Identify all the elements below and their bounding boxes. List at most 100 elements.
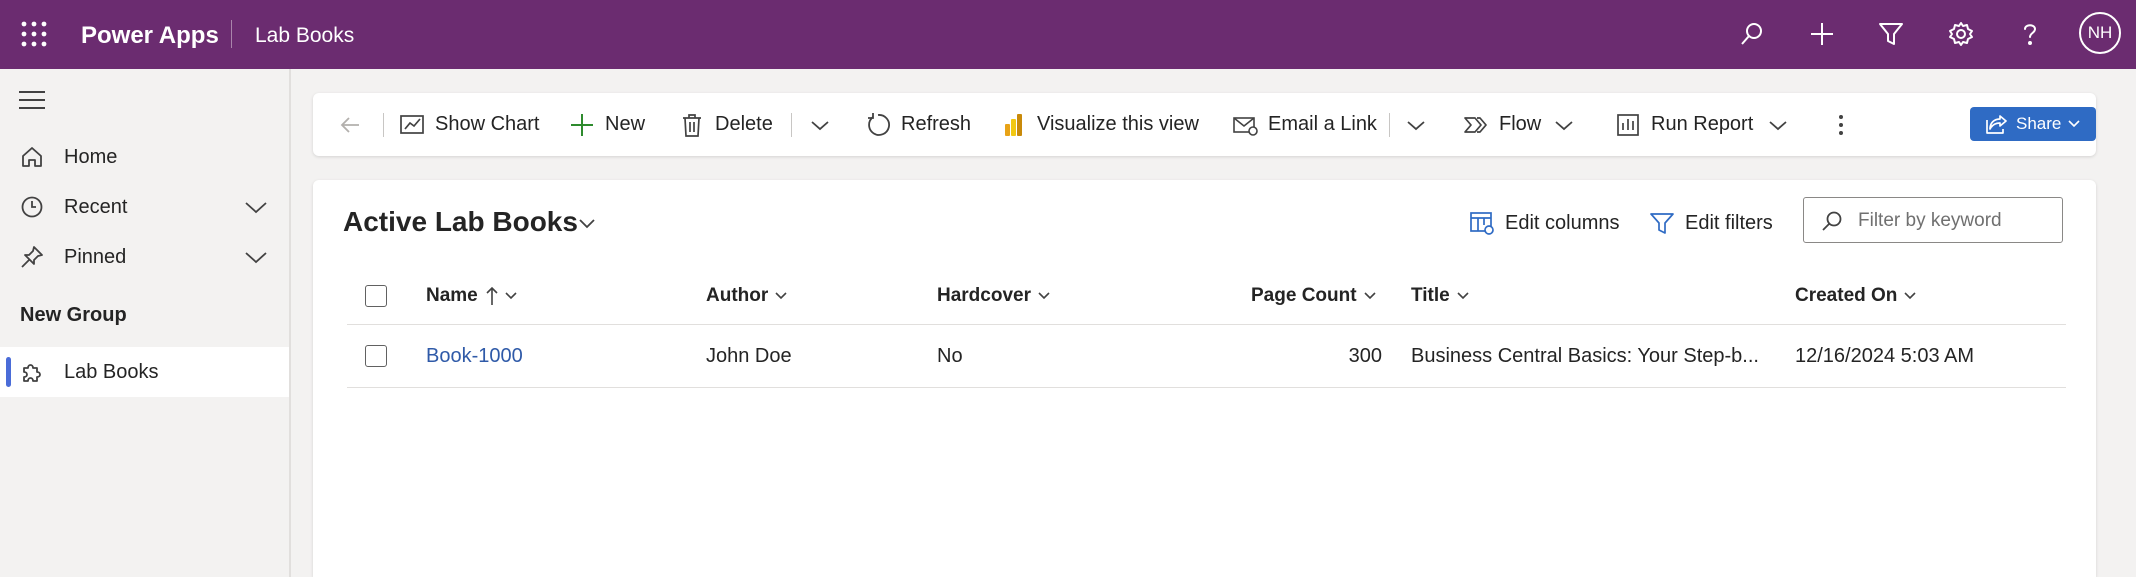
app-launcher-icon[interactable] bbox=[20, 20, 48, 48]
arrow-left-icon bbox=[337, 112, 363, 138]
email-link-button[interactable]: Email a Link bbox=[1232, 93, 1377, 156]
column-header-created-on[interactable]: Created On bbox=[1795, 268, 1917, 324]
column-header-author[interactable]: Author bbox=[706, 268, 788, 324]
column-header-label: Author bbox=[706, 285, 769, 306]
search-icon[interactable] bbox=[1736, 18, 1768, 50]
column-header-name[interactable]: Name bbox=[426, 268, 518, 324]
chevron-down-icon bbox=[1403, 112, 1429, 138]
email-link-dropdown[interactable] bbox=[1403, 93, 1439, 156]
chevron-down-icon bbox=[807, 112, 833, 138]
sidebar-group-label: New Group bbox=[20, 304, 127, 326]
sidebar-item-recent[interactable]: Recent bbox=[0, 182, 289, 232]
column-header-label: Page Count bbox=[1251, 285, 1357, 306]
edit-columns-button[interactable]: Edit columns bbox=[1469, 207, 1620, 239]
app-name[interactable]: Power Apps bbox=[81, 20, 219, 52]
toolbar-divider bbox=[791, 113, 792, 137]
run-report-button[interactable]: Run Report bbox=[1615, 93, 1791, 156]
cell-name-link[interactable]: Book-1000 bbox=[426, 325, 523, 387]
help-icon[interactable] bbox=[2014, 18, 2046, 50]
email-link-label: Email a Link bbox=[1268, 113, 1377, 135]
delete-button[interactable]: Delete bbox=[679, 93, 773, 156]
chevron-down-icon[interactable] bbox=[244, 197, 268, 217]
app-context-title: Lab Books bbox=[255, 24, 355, 47]
sidebar-item-lab-books[interactable]: Lab Books bbox=[0, 347, 289, 397]
report-icon bbox=[1615, 112, 1641, 138]
refresh-icon bbox=[865, 112, 891, 138]
refresh-label: Refresh bbox=[901, 113, 972, 135]
toolbar-divider bbox=[383, 113, 384, 137]
visualize-view-button[interactable]: Visualize this view bbox=[1001, 93, 1199, 156]
column-header-page-count[interactable]: Page Count bbox=[1251, 268, 1377, 324]
filter-keyword-input[interactable] bbox=[1856, 207, 2055, 235]
user-avatar[interactable]: NH bbox=[2079, 12, 2121, 54]
chevron-down-icon[interactable] bbox=[1551, 112, 1577, 138]
share-button[interactable]: Share bbox=[1970, 107, 2096, 141]
delete-label: Delete bbox=[715, 113, 773, 135]
column-header-title[interactable]: Title bbox=[1411, 268, 1470, 324]
sidebar-item-label: Recent bbox=[64, 195, 128, 218]
new-button[interactable]: New bbox=[569, 93, 645, 156]
filter-by-keyword-box[interactable] bbox=[1803, 197, 2063, 243]
row-checkbox[interactable] bbox=[365, 345, 387, 367]
filter-icon[interactable] bbox=[1875, 18, 1907, 50]
chevron-down-icon bbox=[2067, 119, 2081, 129]
chevron-down-icon bbox=[504, 291, 518, 301]
pin-icon bbox=[20, 245, 44, 269]
chevron-down-icon[interactable] bbox=[244, 247, 268, 267]
sidebar-item-label: Lab Books bbox=[64, 360, 159, 383]
view-title[interactable]: Active Lab Books bbox=[343, 206, 578, 238]
chevron-down-icon bbox=[1037, 291, 1051, 301]
cell-title: Business Central Basics: Your Step-b... bbox=[1411, 344, 1759, 367]
gear-icon[interactable] bbox=[1945, 18, 1977, 50]
flow-label: Flow bbox=[1499, 113, 1542, 135]
more-actions-dropdown[interactable] bbox=[807, 93, 843, 156]
edit-columns-label: Edit columns bbox=[1505, 211, 1620, 234]
sidebar-item-home[interactable]: Home bbox=[0, 132, 289, 182]
header-divider bbox=[231, 20, 232, 48]
select-all-checkbox[interactable] bbox=[365, 285, 387, 307]
email-link-icon bbox=[1232, 112, 1258, 138]
hamburger-menu-icon[interactable] bbox=[18, 89, 46, 111]
chevron-down-icon[interactable] bbox=[1765, 112, 1791, 138]
show-chart-button[interactable]: Show Chart bbox=[399, 93, 540, 156]
toolbar-divider bbox=[1389, 113, 1390, 137]
view-panel: Active Lab Books Edit columns Edit filte… bbox=[313, 180, 2096, 577]
chevron-down-icon bbox=[1903, 291, 1917, 301]
flow-button[interactable]: Flow bbox=[1463, 93, 1577, 156]
grid-header-row: Name Author Hardcover Page Count Title C… bbox=[347, 268, 2066, 325]
clock-icon bbox=[20, 195, 44, 219]
plus-icon[interactable] bbox=[1806, 18, 1838, 50]
chevron-down-icon bbox=[1363, 291, 1377, 301]
view-selector-chevron-icon[interactable] bbox=[577, 216, 597, 232]
cell-author: John Doe bbox=[706, 344, 792, 367]
sidebar-item-label: Pinned bbox=[64, 245, 127, 268]
refresh-button[interactable]: Refresh bbox=[865, 93, 971, 156]
home-icon bbox=[20, 145, 44, 169]
table-row[interactable]: Book-1000 John Doe No 300 Business Centr… bbox=[347, 325, 2066, 388]
run-report-label: Run Report bbox=[1651, 113, 1754, 135]
chart-icon bbox=[399, 112, 425, 138]
back-button[interactable] bbox=[337, 93, 373, 156]
visualize-label: Visualize this view bbox=[1037, 113, 1199, 135]
more-commands-button[interactable] bbox=[1828, 93, 1864, 156]
sidebar-item-label: Home bbox=[64, 145, 118, 168]
share-label: Share bbox=[2016, 114, 2062, 133]
column-header-label: Created On bbox=[1795, 285, 1898, 306]
new-label: New bbox=[605, 113, 646, 135]
show-chart-label: Show Chart bbox=[435, 113, 540, 135]
more-vertical-icon bbox=[1828, 112, 1854, 138]
column-header-label: Title bbox=[1411, 285, 1450, 306]
share-icon bbox=[1984, 112, 2008, 136]
sidebar-item-pinned[interactable]: Pinned bbox=[0, 232, 289, 282]
filter-icon bbox=[1649, 210, 1675, 236]
power-bi-icon bbox=[1001, 112, 1027, 138]
column-header-hardcover[interactable]: Hardcover bbox=[937, 268, 1051, 324]
puzzle-icon bbox=[20, 360, 44, 384]
flow-icon bbox=[1463, 112, 1489, 138]
plus-icon bbox=[569, 112, 595, 138]
cell-page-count: 300 bbox=[1348, 344, 1382, 367]
edit-filters-button[interactable]: Edit filters bbox=[1649, 207, 1773, 239]
app-header: Power Apps Lab Books NH bbox=[0, 0, 2136, 69]
trash-icon bbox=[679, 112, 705, 138]
sort-ascending-icon bbox=[486, 286, 498, 306]
